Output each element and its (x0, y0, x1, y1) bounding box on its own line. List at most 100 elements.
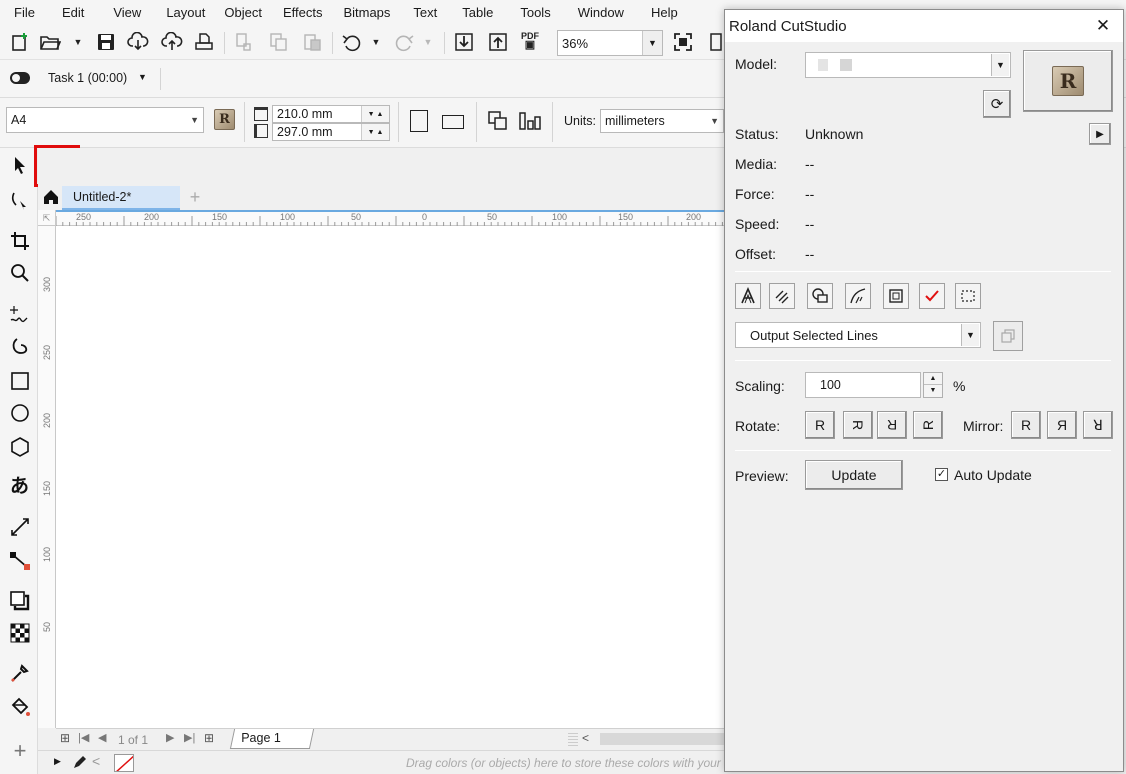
dialog-titlebar[interactable]: Roland CutStudio ✕ (725, 10, 1123, 42)
output-mode-select[interactable]: Output Selected Lines ▼ (735, 322, 981, 348)
menu-window[interactable]: Window (560, 0, 633, 26)
auto-update-label[interactable]: Auto Update (954, 467, 1032, 483)
zoom-level-field[interactable]: 36% ▼ (557, 30, 663, 56)
drop-shadow-tool-icon[interactable] (7, 588, 33, 614)
text-tool-icon[interactable]: あ (7, 472, 33, 498)
task-dropdown-icon[interactable]: ▼ (138, 72, 147, 82)
rotate-270-button[interactable]: R (913, 411, 943, 439)
hatch-lines-button[interactable] (769, 283, 795, 309)
first-page-icon[interactable]: |◀ (78, 731, 89, 744)
export-icon[interactable] (486, 30, 510, 54)
palette-expand-icon[interactable]: ▶ (54, 756, 61, 767)
pick-tool-icon[interactable] (7, 152, 33, 178)
cloud-download-icon[interactable] (126, 30, 150, 54)
mirror-horizontal-button[interactable]: Я (1047, 411, 1077, 439)
task-label[interactable]: Task 1 (00:00) (48, 71, 127, 85)
roland-plugin-icon[interactable]: R (214, 109, 235, 130)
menu-bitmaps[interactable]: Bitmaps (331, 0, 399, 26)
menu-file[interactable]: File (0, 0, 44, 26)
units-select[interactable]: millimeters ▼ (600, 109, 724, 133)
page-height-input[interactable]: 297.0 mm ▼ ▲ (272, 123, 390, 141)
model-select[interactable]: ▼ (805, 52, 1011, 78)
zoom-dropdown-icon[interactable]: ▼ (642, 31, 662, 55)
output-mode-dropdown-icon[interactable]: ▼ (961, 324, 979, 346)
frame-button[interactable] (883, 283, 909, 309)
menu-help[interactable]: Help (633, 0, 687, 26)
weld-button[interactable] (807, 283, 833, 309)
redo-icon[interactable] (392, 30, 416, 54)
page-width-input[interactable]: 210.0 mm ▼ ▲ (272, 105, 390, 123)
portrait-icon[interactable] (410, 110, 428, 132)
zoom-tool-icon[interactable] (7, 260, 33, 286)
open-folder-icon[interactable] (38, 30, 62, 54)
save-icon[interactable] (94, 30, 118, 54)
menu-tools[interactable]: Tools (502, 0, 559, 26)
scaling-down-icon[interactable]: ▼ (924, 385, 942, 397)
page-height-spinner[interactable]: ▼ ▲ (361, 124, 389, 140)
expand-status-button[interactable]: ▶ (1089, 123, 1111, 145)
page-1-tab[interactable]: Page 1 (229, 729, 315, 749)
add-page-before-icon[interactable]: ⊞ (60, 731, 70, 745)
crop-tool-icon[interactable] (7, 228, 33, 254)
close-icon[interactable]: ✕ (1089, 14, 1117, 38)
new-tab-plus-icon[interactable]: + (186, 186, 204, 208)
horizontal-scrollbar[interactable] (600, 733, 726, 745)
scaling-spinner[interactable]: ▲ ▼ (923, 372, 943, 398)
shape-tool-icon[interactable] (7, 188, 33, 214)
mirror-vertical-button[interactable]: ꓤ (1083, 411, 1113, 439)
rotate-90-button[interactable]: R (843, 411, 873, 439)
refresh-model-button[interactable]: ⟳ (983, 90, 1011, 118)
previous-page-icon[interactable]: ◀ (98, 731, 106, 744)
redo-dropdown-icon[interactable]: ▼ (416, 30, 440, 54)
menu-edit[interactable]: Edit (44, 0, 93, 26)
page-width-spinner[interactable]: ▼ ▲ (361, 106, 389, 122)
model-dropdown-icon[interactable]: ▼ (991, 54, 1009, 76)
undo-dropdown-icon[interactable]: ▼ (364, 30, 388, 54)
roland-settings-button[interactable]: R (1023, 50, 1113, 112)
selection-area-button[interactable] (955, 283, 981, 309)
cloud-upload-icon[interactable] (160, 30, 184, 54)
home-icon[interactable] (42, 188, 60, 209)
auto-update-checkbox[interactable]: ✓ (935, 468, 948, 481)
mirror-none-button[interactable]: R (1011, 411, 1041, 439)
last-page-icon[interactable]: ▶| (184, 731, 195, 744)
update-button[interactable]: Update (805, 460, 903, 490)
next-page-icon[interactable]: ▶ (166, 731, 174, 744)
cut-icon[interactable] (232, 30, 256, 54)
menu-object[interactable]: Object (214, 0, 271, 26)
page-size-select[interactable]: A4 ▼ (6, 107, 204, 133)
check-button[interactable] (919, 283, 945, 309)
menu-view[interactable]: View (93, 0, 150, 26)
drawing-canvas[interactable] (56, 226, 726, 728)
scroll-grip[interactable] (568, 732, 578, 746)
tab-untitled-2[interactable]: Untitled-2* (62, 186, 180, 210)
rotate-0-button[interactable]: R (805, 411, 835, 439)
add-page-after-icon[interactable]: ⊞ (204, 731, 214, 745)
import-icon[interactable] (452, 30, 476, 54)
scaling-up-icon[interactable]: ▲ (924, 373, 942, 385)
rotate-180-button[interactable]: R (877, 411, 907, 439)
pen-icon[interactable] (72, 754, 88, 773)
polygon-tool-icon[interactable] (7, 434, 33, 460)
ruler-origin-icon[interactable]: ⇱ (38, 210, 56, 226)
dimension-tool-icon[interactable] (7, 514, 33, 540)
print-icon[interactable] (192, 30, 216, 54)
ellipse-tool-icon[interactable] (7, 400, 33, 426)
no-color-swatch[interactable] (114, 754, 134, 772)
undo-icon[interactable] (340, 30, 364, 54)
add-tool-icon[interactable]: + (7, 738, 33, 764)
palette-scroll-left-icon[interactable]: < (92, 753, 100, 769)
scaling-input[interactable]: 100 (805, 372, 921, 398)
vertical-ruler[interactable]: 300 250 200 150 100 50 (38, 226, 56, 728)
eyedropper-tool-icon[interactable] (7, 660, 33, 686)
menu-text[interactable]: Text (399, 0, 446, 26)
menu-table[interactable]: Table (446, 0, 502, 26)
all-pages-icon[interactable] (486, 109, 510, 133)
outline-text-button[interactable] (735, 283, 761, 309)
export-pdf-icon[interactable]: PDF ▣ (518, 29, 542, 53)
horizontal-ruler[interactable]: 250 200 150 100 50 0 50 100 150 200 (56, 210, 726, 226)
toggle-icon[interactable] (10, 72, 30, 84)
paste-icon[interactable] (300, 30, 324, 54)
artistic-media-tool-icon[interactable] (7, 334, 33, 360)
freehand-tool-icon[interactable] (7, 300, 33, 326)
